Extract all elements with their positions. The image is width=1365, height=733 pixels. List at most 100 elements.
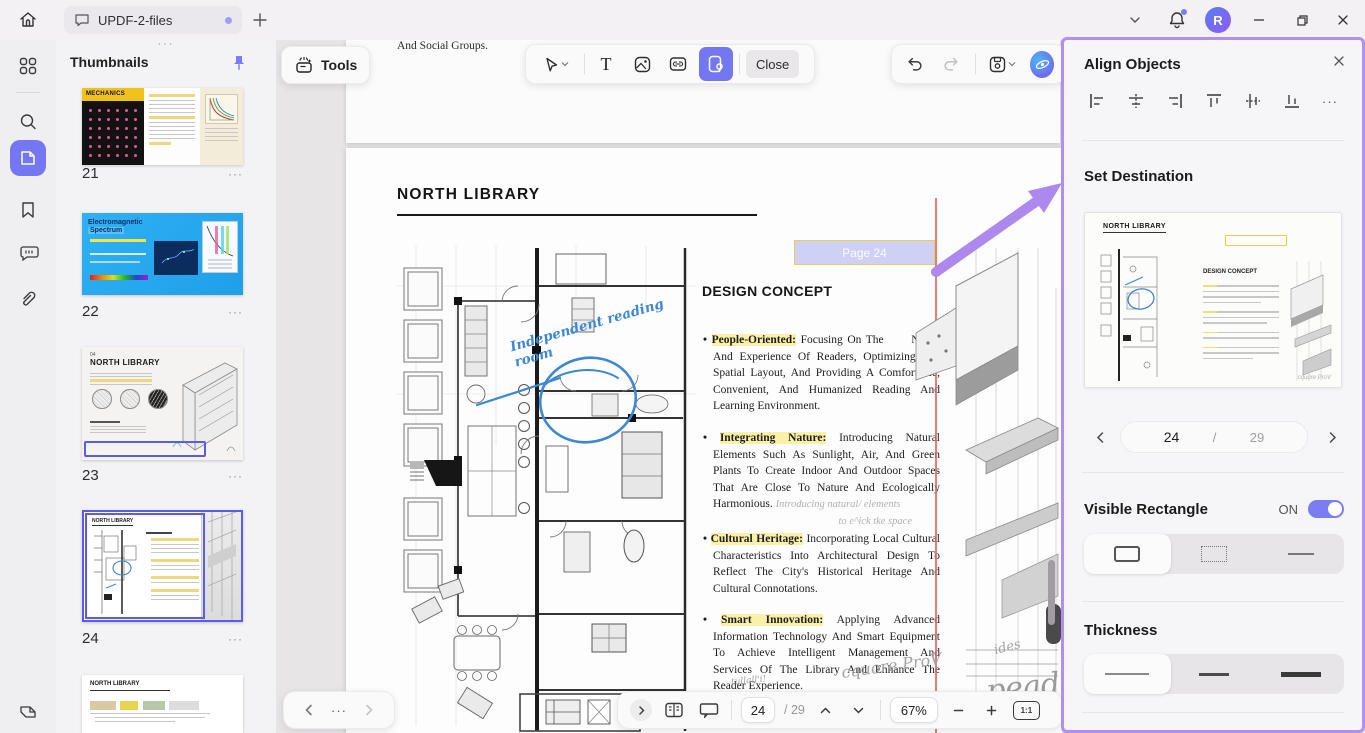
comments-button[interactable] — [10, 235, 46, 271]
medium-line-icon — [1199, 673, 1229, 676]
link-tool-button[interactable] — [663, 49, 693, 79]
toolbar-divider — [975, 54, 976, 74]
zoom-out-button[interactable] — [947, 695, 971, 725]
close-window-button[interactable] — [1329, 6, 1357, 34]
redo-button-disabled[interactable] — [938, 49, 964, 79]
window-menu-button[interactable] — [1121, 6, 1149, 34]
text-tool-button[interactable]: T — [591, 49, 621, 79]
thickness-medium[interactable] — [1171, 654, 1258, 694]
page-number-23: 23 — [82, 467, 99, 484]
thumbnail-menu-icon[interactable]: ··· — [228, 167, 243, 181]
previous-destination-button[interactable] — [1090, 427, 1110, 447]
thumbnails-nav-button[interactable] — [10, 140, 46, 176]
next-destination-button[interactable] — [1322, 427, 1342, 447]
page-number-input[interactable]: 24 — [741, 697, 775, 723]
destination-page-box[interactable]: 24 / 29 — [1120, 421, 1308, 453]
thickness-thin-selected[interactable] — [1084, 654, 1171, 694]
align-left-icon[interactable] — [1088, 92, 1106, 110]
more-align-options-icon[interactable]: ··· — [1322, 94, 1338, 109]
undo-icon — [906, 55, 924, 73]
align-bottom-icon[interactable] — [1283, 92, 1301, 110]
thumbnail-page-23[interactable]: 04 NORTH LIBRARY — [82, 347, 243, 460]
attachments-button[interactable] — [10, 280, 46, 316]
tools-button[interactable]: Tools — [281, 46, 370, 84]
destination-page-current[interactable]: 24 — [1164, 429, 1180, 445]
thumb23-title: NORTH LIBRARY — [90, 358, 160, 367]
new-tab-button[interactable] — [250, 10, 270, 30]
thumbnail-page-22[interactable]: Electromagnetic Spectrum — [82, 213, 243, 295]
undo-button[interactable] — [902, 49, 928, 79]
notifications-button[interactable] — [1163, 6, 1191, 34]
destination-preview[interactable]: NORTH LIBRARY DESIGN CONCEPT — [1084, 212, 1342, 388]
align-top-icon[interactable] — [1205, 92, 1223, 110]
page-title: NORTH LIBRARY — [397, 186, 540, 204]
bullet-integrating-nature: • Integrating Nature: Introducing Natura… — [703, 430, 940, 530]
statusbar-divider — [880, 700, 881, 720]
zoom-in-button[interactable] — [980, 695, 1004, 725]
chevron-down-icon — [1128, 13, 1142, 27]
blue-circle-annotation — [466, 348, 646, 458]
preview-caption-scribble: cquore ProV — [1298, 375, 1331, 381]
previous-page-button[interactable] — [814, 695, 838, 725]
nav-more-icon[interactable]: ··· — [331, 703, 347, 718]
signature-button[interactable] — [10, 694, 46, 730]
image-tool-button[interactable] — [627, 49, 657, 79]
search-button[interactable] — [10, 104, 46, 140]
statusbar-divider — [731, 700, 732, 720]
expand-bar-button[interactable] — [630, 699, 652, 721]
align-objects-panel: Align Objects ··· Set Destination NORTH … — [1061, 37, 1365, 733]
preview-section-heading: DESIGN CONCEPT — [1203, 269, 1257, 275]
thumbnail-menu-icon[interactable]: ··· — [228, 305, 243, 319]
rail-divider — [16, 92, 40, 93]
zoom-level-input[interactable]: 67% — [890, 697, 938, 723]
presentation-mode-button[interactable] — [696, 695, 722, 725]
bookmark-icon — [18, 200, 38, 220]
page-layout-button[interactable] — [661, 695, 687, 725]
panel-title: Align Objects — [1084, 56, 1181, 73]
thumbnail-page-21[interactable]: MECHANICS — [82, 88, 243, 165]
app-grid-button[interactable] — [10, 48, 46, 84]
bookmarks-button[interactable] — [10, 192, 46, 228]
destination-page-total: 29 — [1250, 430, 1264, 445]
unsaved-dot — [225, 17, 232, 24]
visible-rectangle-toggle[interactable] — [1308, 500, 1344, 518]
chevron-left-icon[interactable] — [302, 703, 316, 717]
thumb23-building-sketch — [163, 355, 241, 455]
signature-stamp-icon — [17, 701, 39, 723]
ai-assistant-button[interactable] — [1030, 51, 1054, 78]
align-right-icon[interactable] — [1166, 92, 1184, 110]
close-tool-button[interactable]: Close — [746, 50, 799, 78]
thumb25-title: NORTH LIBRARY — [90, 681, 139, 687]
actual-size-button[interactable]: 1:1 — [1013, 701, 1040, 720]
pdf-page-24[interactable]: NORTH LIBRARY — [346, 148, 1062, 733]
two-page-view-icon — [664, 701, 684, 719]
pin-panel-button[interactable] — [230, 54, 248, 72]
rectangle-style-group — [1084, 534, 1344, 574]
thumbnail-page-24-selected[interactable]: NORTH LIBRARY — [82, 510, 243, 622]
thumbnail-menu-icon[interactable]: ··· — [228, 632, 243, 646]
document-tab[interactable]: UPDF-2-files — [64, 6, 242, 34]
panel-drag-handle[interactable]: ··· — [56, 38, 276, 50]
thumbnail-menu-icon[interactable]: ··· — [228, 469, 243, 483]
select-tool-button[interactable] — [534, 49, 578, 79]
close-label: Close — [756, 57, 789, 72]
align-center-horizontal-icon[interactable] — [1127, 92, 1145, 110]
panel-close-button[interactable] — [1332, 54, 1346, 68]
style-underline[interactable] — [1257, 534, 1344, 574]
canvas-scrollbar[interactable] — [1048, 560, 1055, 625]
restore-button[interactable] — [1287, 6, 1315, 34]
page-destination-tool-button-active[interactable] — [699, 47, 733, 81]
align-middle-vertical-icon[interactable] — [1244, 92, 1262, 110]
avatar[interactable]: R — [1205, 7, 1231, 33]
minimize-button[interactable] — [1245, 6, 1273, 34]
next-page-button[interactable] — [847, 695, 871, 725]
thumbnail-page-25[interactable]: NORTH LIBRARY — [82, 675, 243, 733]
preview-text-lines — [1203, 281, 1279, 359]
chevron-right-icon — [1326, 431, 1339, 444]
home-button[interactable] — [14, 8, 42, 32]
style-solid-rectangle-selected[interactable] — [1084, 534, 1171, 574]
style-dotted-rectangle[interactable] — [1171, 534, 1258, 574]
chevron-right-icon[interactable] — [362, 703, 376, 717]
thickness-thick[interactable] — [1257, 654, 1344, 694]
save-button[interactable] — [985, 49, 1020, 79]
